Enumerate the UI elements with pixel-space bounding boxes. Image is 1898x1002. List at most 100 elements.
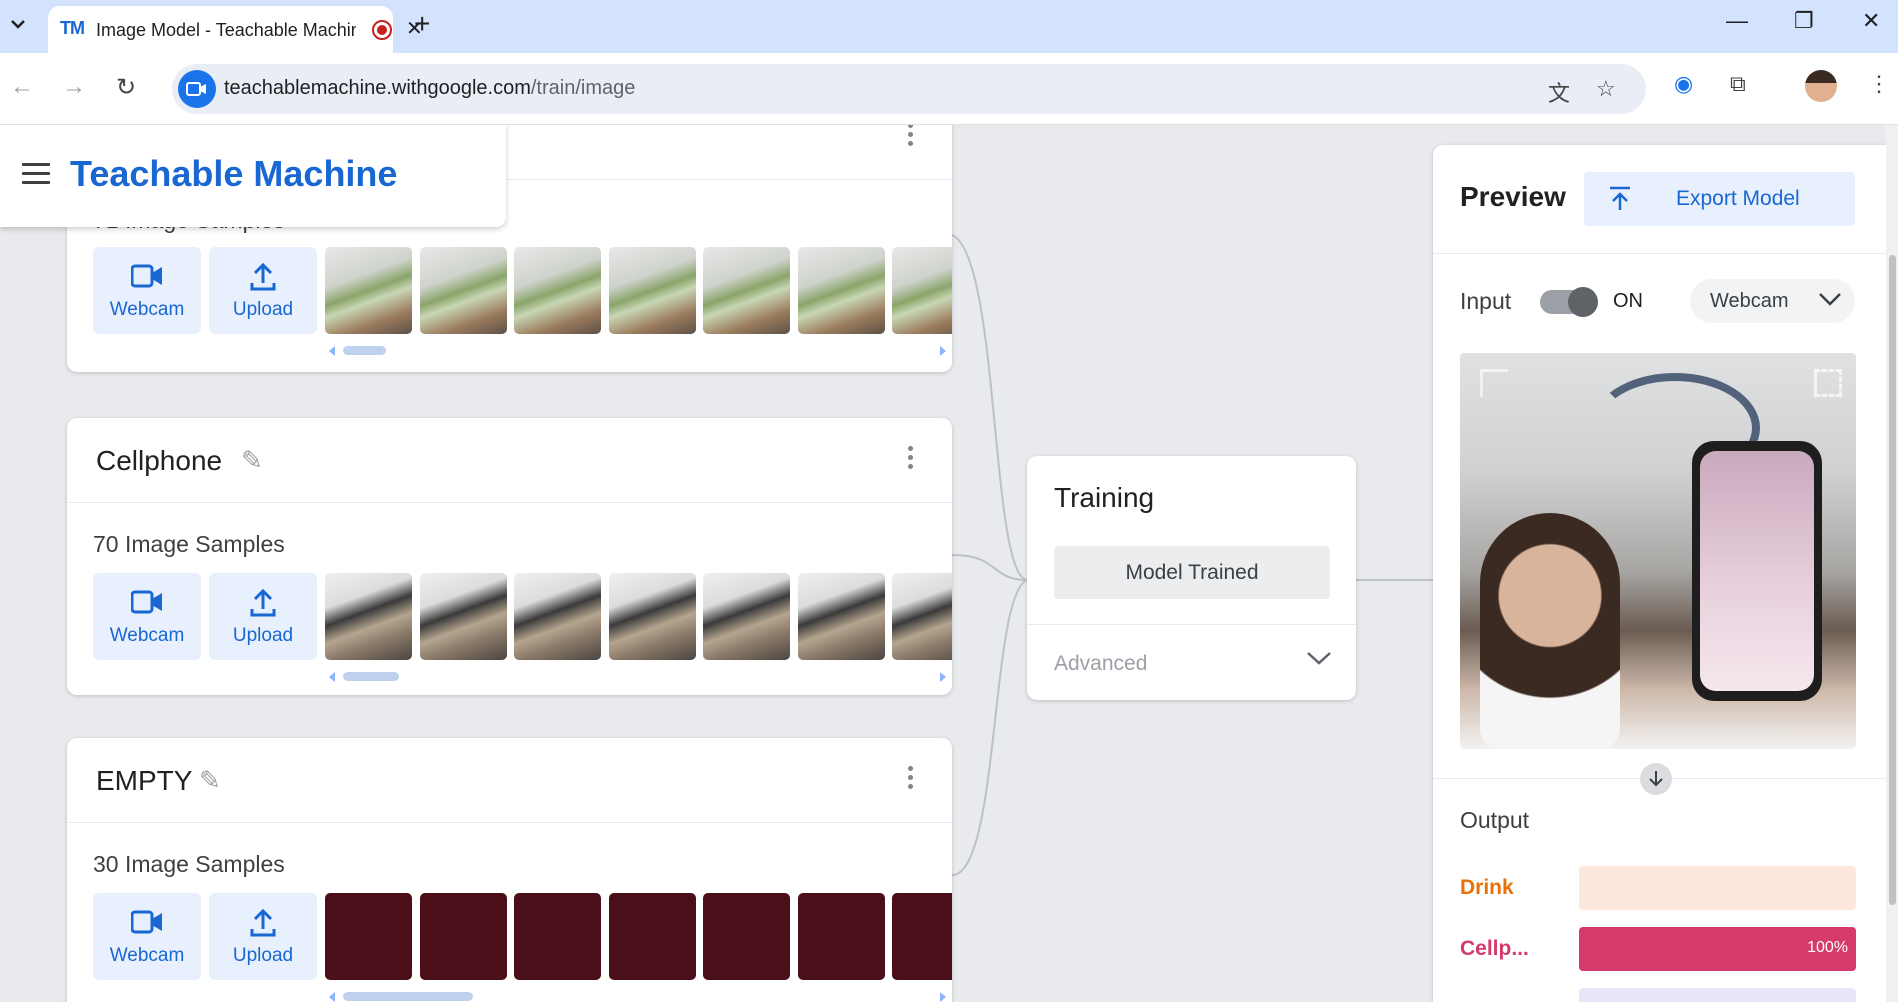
sample-thumbnail[interactable] [325,247,412,334]
sample-thumbnail[interactable] [892,247,952,334]
sample-thumbnail[interactable] [609,573,696,660]
webcam-preview [1460,353,1856,749]
preview-panel: Preview Export Model Input ON Webcam Out… [1433,145,1898,1002]
crop-icon[interactable] [1480,369,1508,397]
window-close-icon[interactable]: ✕ [1862,8,1880,34]
person-in-frame [1480,513,1620,749]
scroll-right-arrow[interactable] [940,992,946,1002]
upload-button[interactable]: Upload [209,893,317,980]
sample-thumbnail[interactable] [609,893,696,980]
class-options-icon[interactable] [908,125,914,150]
thumbnail-scrollbar[interactable] [343,672,399,681]
scroll-left-arrow[interactable] [329,992,335,1002]
browser-tab[interactable]: TM Image Model - Teachable Machine ✕ [48,6,423,54]
sample-thumbnail[interactable] [514,247,601,334]
flip-camera-icon[interactable] [1814,369,1842,397]
output-label: Output [1460,807,1530,833]
sample-thumbnail[interactable] [892,893,952,980]
class-card-empty: EMPTY ✎ 30 Image Samples Webcam Upload [67,738,952,1002]
sample-thumbnail[interactable] [420,893,507,980]
video-camera-icon [93,589,201,621]
input-toggle[interactable] [1540,287,1598,317]
hamburger-menu-icon[interactable] [22,163,50,190]
scroll-right-arrow[interactable] [940,346,946,356]
phone-in-frame [1692,441,1822,701]
app-canvas: Teachable Machine 71 Image Samples Webca… [0,125,1898,1002]
sample-thumbnail[interactable] [703,573,790,660]
class-name[interactable]: EMPTY [96,765,192,797]
class-card-header: Cellphone ✎ [67,418,952,503]
model-trained-button[interactable]: Model Trained [1054,546,1330,599]
browser-menu-icon[interactable]: ⋮ [1868,71,1890,97]
webcam-button[interactable]: Webcam [93,573,201,660]
sample-thumbnail[interactable] [325,573,412,660]
sample-thumbnail[interactable] [798,247,885,334]
page-scrollbar[interactable] [1886,125,1898,1002]
output-class-label: Cellp... [1460,937,1529,960]
back-icon[interactable]: ← [10,73,34,101]
minimize-icon[interactable]: — [1726,8,1748,34]
chevron-down-icon[interactable] [1306,650,1332,671]
sample-count: 30 Image Samples [93,851,285,877]
upload-icon [209,263,317,295]
webcam-button[interactable]: Webcam [93,247,201,334]
sample-thumbnail[interactable] [892,573,952,660]
address-bar[interactable]: teachablemachine.withgoogle.com/train/im… [172,64,1646,114]
extension-palette-icon[interactable]: ◉ [1674,71,1693,97]
sample-thumbnail[interactable] [514,573,601,660]
output-row-drink: Drink [1460,866,1856,910]
profile-avatar[interactable] [1805,70,1837,102]
app-brand: Teachable Machine [70,153,398,194]
extensions-puzzle-icon[interactable]: ⧉ [1730,71,1746,97]
edit-pencil-icon[interactable]: ✎ [241,445,263,476]
sample-thumbnail[interactable] [703,893,790,980]
class-name[interactable]: Cellphone [96,445,222,477]
export-model-button[interactable]: Export Model [1584,172,1855,226]
upload-button[interactable]: Upload [209,247,317,334]
class-card-cellphone: Cellphone ✎ 70 Image Samples Webcam Uplo… [67,418,952,695]
sample-thumbnail[interactable] [703,247,790,334]
sample-thumbnail[interactable] [798,893,885,980]
class-options-icon[interactable] [908,766,914,793]
arrow-down-icon [1640,763,1672,795]
tab-favicon: TM [60,18,85,38]
forward-icon[interactable]: → [62,73,86,101]
divider [1433,253,1898,254]
confidence-bar [1579,866,1856,910]
scroll-left-arrow[interactable] [329,346,335,356]
confidence-bar: 100% [1579,927,1856,971]
sample-thumbnail[interactable] [325,893,412,980]
app-header: Teachable Machine [0,125,506,227]
class-options-icon[interactable] [908,446,914,473]
thumbnail-scrollbar[interactable] [343,346,386,355]
upload-button[interactable]: Upload [209,573,317,660]
tab-search-dropdown-icon[interactable] [4,10,32,38]
url-text: teachablemachine.withgoogle.com/train/im… [224,77,636,99]
divider [1027,624,1356,625]
sample-thumbnail[interactable] [798,573,885,660]
output-class-label: Drink [1460,876,1514,899]
bookmark-star-icon[interactable]: ☆ [1596,76,1616,102]
edit-pencil-icon[interactable]: ✎ [199,765,221,796]
new-tab-icon[interactable]: + [414,8,430,40]
input-label: Input [1460,288,1512,314]
advanced-toggle[interactable]: Advanced [1054,652,1147,676]
reload-icon[interactable]: ↻ [116,73,136,102]
browser-toolbar: ← → ↻ teachablemachine.withgoogle.com/tr… [0,53,1898,125]
scroll-right-arrow[interactable] [940,672,946,682]
translate-icon[interactable]: 文 [1548,76,1570,108]
output-row-empty [1460,988,1856,1002]
site-info-icon[interactable] [178,70,216,108]
sample-thumbnail[interactable] [609,247,696,334]
restore-icon[interactable]: ❐ [1794,8,1814,34]
sample-thumbnail[interactable] [514,893,601,980]
training-title: Training [1054,482,1155,513]
sample-thumbnail[interactable] [420,247,507,334]
input-source-select[interactable]: Webcam [1690,279,1855,323]
scroll-left-arrow[interactable] [329,672,335,682]
webcam-button[interactable]: Webcam [93,893,201,980]
sample-thumbnail[interactable] [420,573,507,660]
thumbnail-scrollbar[interactable] [343,992,473,1001]
video-camera-icon [93,263,201,295]
output-row-cellphone: Cellp... 100% [1460,927,1856,971]
